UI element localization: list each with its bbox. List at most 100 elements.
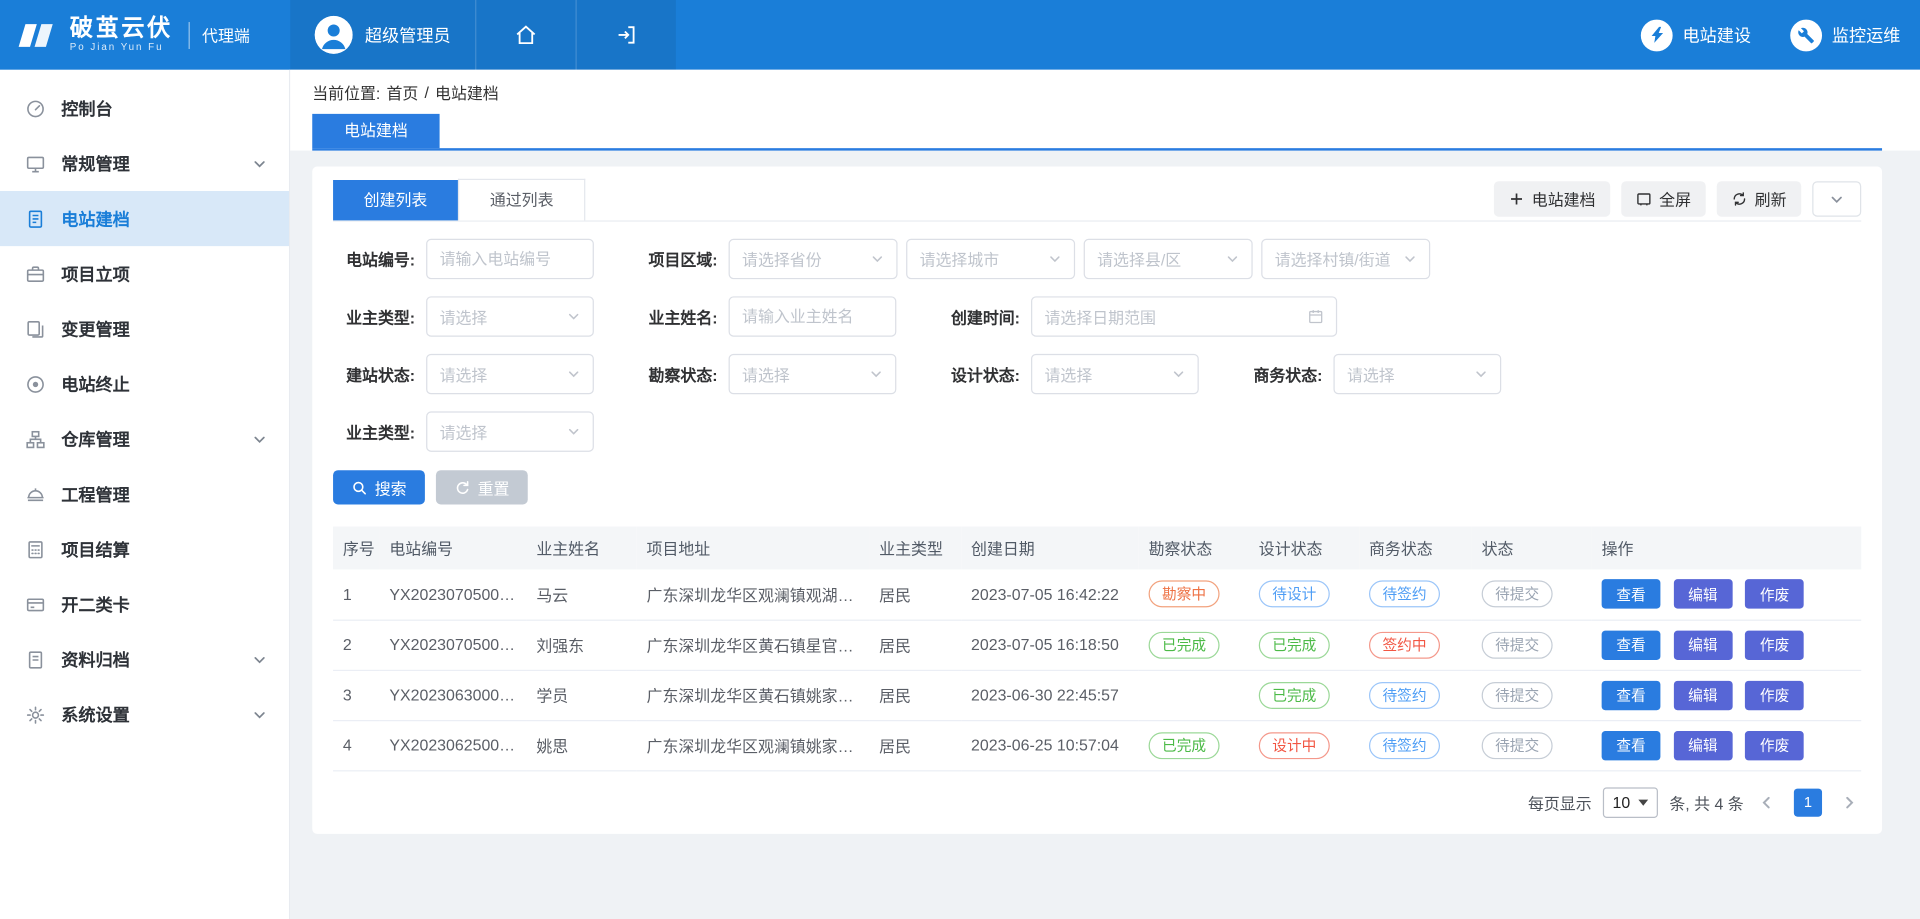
cell-station-code: YX2023062500004 (380, 720, 527, 770)
breadcrumb-separator: / (424, 83, 428, 101)
col-owner-name: 业主姓名 (527, 527, 637, 570)
page-tab-row: 电站建档 (312, 114, 1882, 151)
province-select[interactable]: 请选择省份 (729, 239, 898, 279)
county-select[interactable]: 请选择县/区 (1084, 239, 1253, 279)
page-number-button[interactable]: 1 (1794, 788, 1822, 816)
user-menu[interactable]: 超级管理员 (290, 0, 475, 70)
logout-button[interactable] (576, 0, 676, 70)
sidebar-item-engineering-management[interactable]: 工程管理 (0, 467, 289, 522)
filter-row-3: 建站状态: 请选择 勘察状态: 请选择 设计状态: 请选择 (333, 354, 1861, 394)
design-status-select[interactable]: 请选择 (1031, 354, 1199, 394)
cell-owner-type: 居民 (869, 720, 961, 770)
status-badge: 签约中 (1369, 631, 1440, 658)
owner-name-input[interactable] (729, 296, 897, 336)
plus-icon (1509, 191, 1525, 207)
sidebar-item-project-settlement[interactable]: 项目结算 (0, 522, 289, 577)
sidebar-item-project-approval[interactable]: 项目立项 (0, 246, 289, 301)
home-icon (514, 23, 537, 46)
nav-monitoring-ops[interactable]: 监控运维 (1790, 19, 1900, 51)
nav-station-construction[interactable]: 电站建设 (1641, 19, 1751, 51)
calendar-icon (1308, 309, 1324, 325)
total-label: 条, 共 4 条 (1669, 790, 1743, 813)
nav-label: 电站建设 (1682, 23, 1751, 47)
status-badge: 待提交 (1482, 581, 1553, 608)
sidebar-item-station-filing[interactable]: 电站建档 (0, 191, 289, 246)
filter-label-region: 项目区域: (636, 247, 718, 270)
cell-actions: 查看 编辑 作废 (1592, 620, 1861, 670)
build-status-select[interactable]: 请选择 (426, 354, 594, 394)
edit-button[interactable]: 编辑 (1673, 579, 1732, 608)
cell-create-date: 2023-07-05 16:42:22 (961, 569, 1139, 619)
sidebar-item-system-settings[interactable]: 系统设置 (0, 687, 289, 742)
sidebar-item-general-management[interactable]: 常规管理 (0, 136, 289, 191)
avatar (315, 16, 353, 54)
fullscreen-button[interactable]: 全屏 (1621, 181, 1706, 217)
sidebar-item-warehouse-management[interactable]: 仓库管理 (0, 411, 289, 466)
cell-owner-type: 居民 (869, 569, 961, 619)
owner-type2-select[interactable]: 请选择 (426, 411, 594, 451)
collapse-filter-button[interactable] (1812, 181, 1861, 217)
cell-index: 2 (333, 620, 380, 670)
tab-create-list[interactable]: 创建列表 (333, 180, 458, 220)
station-filing-panel: 创建列表 通过列表 电站建档 全屏 刷新 (312, 167, 1882, 834)
per-page-select[interactable]: 10 (1603, 787, 1659, 818)
document-icon (26, 209, 46, 229)
void-button[interactable]: 作废 (1745, 730, 1804, 759)
reset-button[interactable]: 重置 (436, 470, 528, 504)
sidebar-item-type2-card[interactable]: 开二类卡 (0, 577, 289, 632)
refresh-button[interactable]: 刷新 (1717, 181, 1802, 217)
prev-page-button[interactable] (1755, 794, 1778, 810)
sidebar-item-change-management[interactable]: 变更管理 (0, 301, 289, 356)
void-button[interactable]: 作废 (1745, 579, 1804, 608)
status-badge: 已完成 (1149, 631, 1220, 658)
void-button[interactable]: 作废 (1745, 680, 1804, 709)
sidebar-item-data-archive[interactable]: 资料归档 (0, 632, 289, 687)
cell-project-address: 广东深圳龙华区黄石镇星官大... (637, 620, 870, 670)
next-page-button[interactable] (1838, 794, 1861, 810)
edit-button[interactable]: 编辑 (1673, 680, 1732, 709)
col-create-date: 创建日期 (961, 527, 1139, 570)
status-badge: 待签约 (1369, 732, 1440, 759)
tab-passed-list[interactable]: 通过列表 (458, 179, 585, 221)
col-actions: 操作 (1592, 527, 1861, 570)
town-select[interactable]: 请选择村镇/街道 (1261, 239, 1430, 279)
business-status-select[interactable]: 请选择 (1333, 354, 1501, 394)
edit-button[interactable]: 编辑 (1673, 730, 1732, 759)
cell-owner-name: 学员 (527, 670, 637, 720)
status-badge: 待提交 (1482, 681, 1553, 708)
chevron-down-icon (567, 367, 580, 380)
date-range-input[interactable]: 请选择日期范围 (1031, 296, 1337, 336)
sidebar-item-label: 系统设置 (61, 702, 130, 726)
view-button[interactable]: 查看 (1602, 630, 1661, 659)
status-badge: 待提交 (1482, 631, 1553, 658)
search-button[interactable]: 搜索 (333, 470, 425, 504)
sidebar-item-station-termination[interactable]: 电站终止 (0, 356, 289, 411)
view-button[interactable]: 查看 (1602, 680, 1661, 709)
sidebar: 控制台 常规管理 电站建档 项目立项 变更管理 电站终止 仓库管理 (0, 70, 290, 919)
cell-state: 待提交 (1472, 720, 1592, 770)
search-icon (351, 479, 367, 495)
station-code-input[interactable] (426, 239, 594, 279)
home-button[interactable] (475, 0, 575, 70)
status-badge: 待提交 (1482, 732, 1553, 759)
breadcrumb-home[interactable]: 首页 (386, 80, 418, 103)
page-tab-station-filing[interactable]: 电站建档 (312, 114, 439, 148)
archive-icon (26, 650, 46, 670)
void-button[interactable]: 作废 (1745, 630, 1804, 659)
sidebar-item-console[interactable]: 控制台 (0, 81, 289, 136)
breadcrumb-current: 电站建档 (435, 80, 499, 103)
edit-button[interactable]: 编辑 (1673, 630, 1732, 659)
survey-status-select[interactable]: 请选择 (729, 354, 897, 394)
sidebar-item-label: 电站建档 (61, 206, 130, 230)
cell-index: 1 (333, 569, 380, 619)
view-button[interactable]: 查看 (1602, 579, 1661, 608)
add-station-button[interactable]: 电站建档 (1494, 181, 1610, 217)
cell-owner-type: 居民 (869, 670, 961, 720)
chevron-down-icon (567, 310, 580, 323)
city-select[interactable]: 请选择城市 (906, 239, 1075, 279)
header-user-section: 超级管理员 (290, 0, 676, 70)
owner-type-select[interactable]: 请选择 (426, 296, 594, 336)
sidebar-item-label: 开二类卡 (61, 592, 130, 616)
cell-project-address: 广东深圳龙华区观澜镇姚家庄... (637, 720, 870, 770)
view-button[interactable]: 查看 (1602, 730, 1661, 759)
